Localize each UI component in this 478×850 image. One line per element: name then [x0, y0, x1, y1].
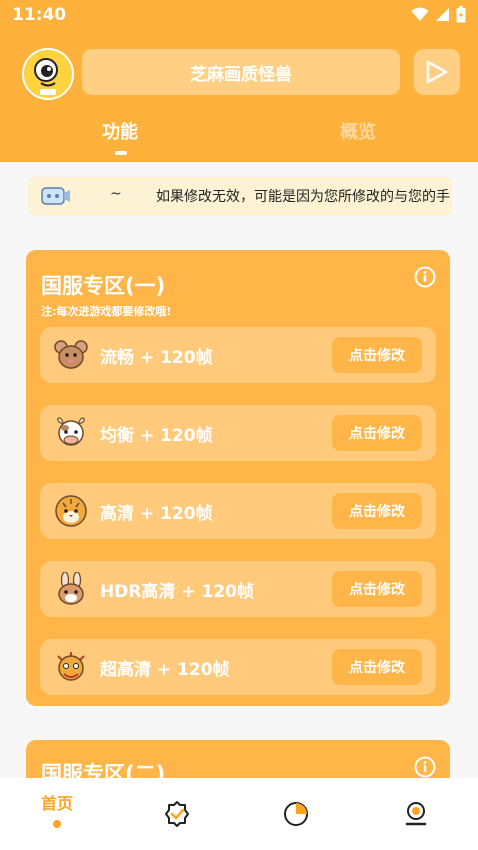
mode-label: 流畅 + 120帧	[100, 348, 213, 368]
nav-profile[interactable]	[386, 800, 446, 832]
section-title: 国服专区(一)	[41, 274, 166, 298]
modify-button[interactable]: 点击修改	[332, 571, 422, 607]
header: 11:40 芝麻画质怪兽 功能 概览	[0, 0, 478, 162]
mode-label: HDR高清 + 120帧	[100, 582, 254, 602]
app-title: 芝麻画质怪兽	[82, 49, 400, 95]
nav-home-label: 首页	[40, 794, 73, 813]
verified-badge-icon	[165, 801, 189, 827]
notice-text: 如果修改无效，可能是因为您所修改的与您的手	[156, 189, 450, 205]
mode-row-ultra-hd: 超高清 + 120帧 点击修改	[40, 639, 436, 695]
mode-label: 超高清 + 120帧	[100, 660, 230, 680]
tab-features[interactable]: 功能	[102, 118, 138, 144]
monster-mascot-icon	[24, 50, 72, 98]
wifi-icon	[411, 7, 429, 21]
battery-icon	[456, 6, 466, 23]
mode-label: 高清 + 120帧	[100, 504, 213, 524]
modify-button[interactable]: 点击修改	[332, 493, 422, 529]
section-cn-server-1: 国服专区(一) 注:每次进游戏都要修改哦! 流畅 + 120帧 点击修改 均衡 …	[26, 250, 450, 706]
dragon-icon	[54, 650, 88, 684]
modify-button[interactable]: 点击修改	[332, 649, 422, 685]
nav-stats[interactable]	[266, 800, 326, 832]
notice-tilde: ~	[110, 186, 122, 202]
profile-icon	[405, 802, 427, 826]
bottom-nav: 首页	[0, 778, 478, 850]
tiger-icon	[54, 494, 88, 528]
modify-button[interactable]: 点击修改	[332, 415, 422, 451]
status-time: 11:40	[12, 5, 67, 25]
cow-icon	[54, 416, 88, 450]
signal-icon	[436, 8, 449, 21]
nav-tools[interactable]	[147, 800, 207, 832]
nav-home[interactable]: 首页	[27, 790, 87, 828]
mouse-icon	[54, 338, 88, 372]
modify-button[interactable]: 点击修改	[332, 337, 422, 373]
tab-overview[interactable]: 概览	[340, 118, 376, 144]
mode-row-smooth: 流畅 + 120帧 点击修改	[40, 327, 436, 383]
mode-row-hd: 高清 + 120帧 点击修改	[40, 483, 436, 539]
rabbit-icon	[54, 571, 88, 606]
pie-chart-icon	[284, 802, 308, 826]
tab-indicator	[115, 151, 127, 155]
notice-banner: ~ 如果修改无效，可能是因为您所修改的与您的手	[28, 177, 452, 215]
speaker-icon	[40, 184, 72, 212]
status-icons	[411, 6, 466, 23]
mode-label: 均衡 + 120帧	[100, 426, 213, 446]
play-button[interactable]	[414, 49, 460, 95]
info-icon[interactable]	[414, 266, 436, 292]
avatar[interactable]	[22, 48, 74, 100]
section-subtitle: 注:每次进游戏都要修改哦!	[41, 305, 172, 318]
nav-active-dot	[53, 820, 61, 828]
play-icon	[426, 60, 448, 84]
mode-row-balanced: 均衡 + 120帧 点击修改	[40, 405, 436, 461]
mode-row-hdr: HDR高清 + 120帧 点击修改	[40, 561, 436, 617]
